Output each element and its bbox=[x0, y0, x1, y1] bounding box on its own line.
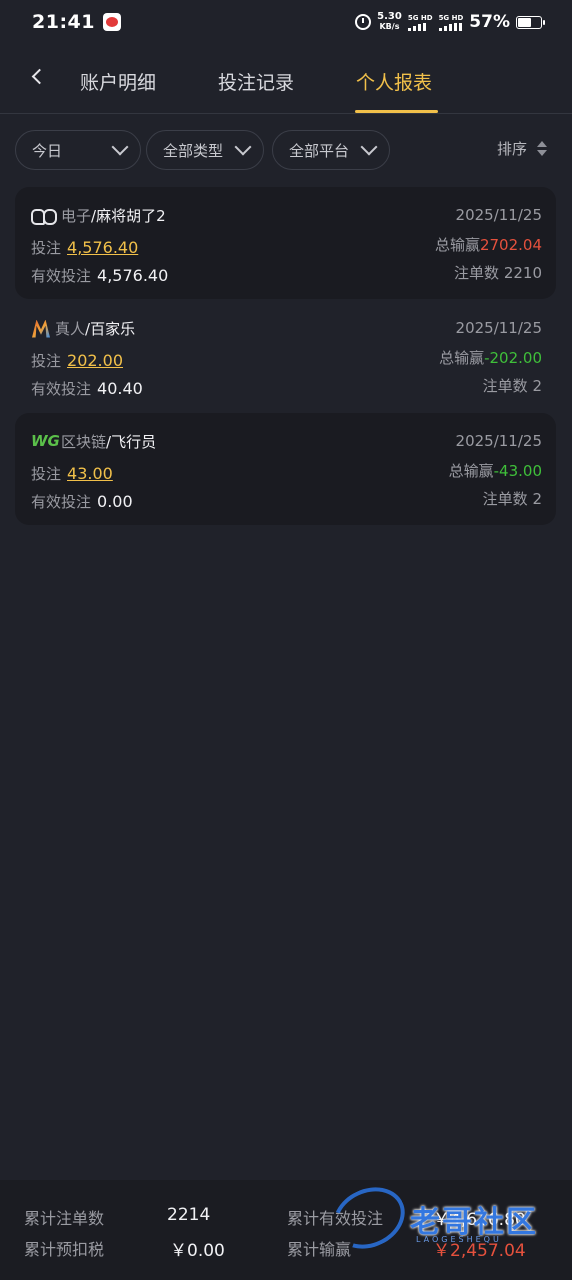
report-card[interactable]: 电子/麻将胡了2 投注 4,576.40 有效投注 4,576.40 2025/11… bbox=[15, 187, 556, 299]
notification-app-icon bbox=[102, 13, 121, 31]
wg-logo-icon: WG bbox=[31, 431, 60, 450]
card-game: /百家乐 bbox=[85, 320, 136, 338]
valid-total-label: 累计有效投注 bbox=[287, 1209, 384, 1228]
card-valid-value: 0.00 bbox=[97, 492, 133, 511]
type-filter-label: 全部类型 bbox=[163, 141, 224, 160]
card-bet: 投注 43.00 bbox=[31, 463, 113, 484]
sim1-signal: 5G HD bbox=[407, 13, 433, 31]
date-filter-dropdown[interactable]: 今日 bbox=[15, 130, 141, 170]
tab-personal-report[interactable]: 个人报表 bbox=[356, 68, 432, 95]
signal-bars-icon bbox=[407, 22, 426, 31]
card-winloss: 总输赢2702.04 bbox=[435, 234, 542, 255]
alarm-icon bbox=[355, 14, 372, 30]
winloss-total-value: ￥2,457.04 bbox=[433, 1241, 526, 1261]
card-valid-label: 有效投注 bbox=[31, 380, 92, 398]
card-winloss: 总输赢-43.00 bbox=[449, 460, 542, 481]
card-date: 2025/11/25 bbox=[455, 432, 542, 450]
total-count-value: 2214 bbox=[167, 1205, 211, 1225]
card-winloss-value: -202.00 bbox=[484, 349, 542, 367]
net-speed-unit: KB/s bbox=[379, 22, 400, 31]
sim1-label: 5G HD bbox=[407, 13, 433, 22]
status-indicators: 5.30 KB/s 5G HD 5G HD 57% bbox=[355, 12, 545, 32]
card-valid-label: 有效投注 bbox=[31, 267, 92, 285]
chevron-down-icon bbox=[234, 138, 252, 156]
card-winloss-label: 总输赢 bbox=[434, 236, 480, 254]
sim2-signal: 5G HD bbox=[438, 13, 464, 31]
report-card[interactable]: 真人/百家乐 投注 202.00 有效投注 40.40 2025/11/25 总输赢… bbox=[15, 300, 556, 412]
card-count: 注单数 2 bbox=[483, 375, 542, 396]
sort-label: 排序 bbox=[497, 140, 528, 158]
card-winloss-label: 总输赢 bbox=[448, 462, 494, 480]
report-card[interactable]: WG 区块链/飞行员 投注 43.00 有效投注 0.00 2025/11/25 总… bbox=[15, 413, 556, 525]
card-bet-value[interactable]: 43.00 bbox=[67, 464, 113, 483]
valid-total-value: ￥4,616.80 bbox=[433, 1210, 526, 1230]
card-valid-value: 40.40 bbox=[97, 379, 143, 398]
chevron-down-icon bbox=[111, 138, 129, 156]
header-tabs: 账户明细 投注记录 个人报表 bbox=[0, 50, 572, 114]
card-title: WG 区块链/飞行员 bbox=[31, 431, 156, 452]
card-bet-label: 投注 bbox=[31, 239, 62, 257]
date-filter-label: 今日 bbox=[32, 141, 63, 160]
battery-fill bbox=[518, 17, 531, 27]
tax-value: ￥0.00 bbox=[170, 1241, 225, 1261]
card-winloss: 总输赢-202.00 bbox=[439, 347, 542, 368]
card-bet-value[interactable]: 4,576.40 bbox=[67, 238, 138, 257]
battery-percent: 57% bbox=[469, 12, 510, 32]
card-bet-label: 投注 bbox=[31, 352, 62, 370]
card-bet: 投注 202.00 bbox=[31, 350, 123, 371]
platform-filter-label: 全部平台 bbox=[289, 141, 350, 160]
card-count-value: 2210 bbox=[503, 264, 542, 282]
ag-logo-icon bbox=[31, 319, 51, 339]
tab-account-details[interactable]: 账户明细 bbox=[80, 68, 156, 95]
chevron-down-icon bbox=[360, 138, 378, 156]
type-filter-dropdown[interactable]: 全部类型 bbox=[146, 130, 264, 170]
winloss-total-label: 累计输赢 bbox=[287, 1240, 352, 1259]
card-category: 真人 bbox=[55, 320, 86, 338]
card-date: 2025/11/25 bbox=[455, 319, 542, 337]
status-bar: 21:41 5.30 KB/s 5G HD 5G HD 57% bbox=[0, 0, 572, 44]
tab-bet-records[interactable]: 投注记录 bbox=[218, 68, 294, 95]
active-tab-indicator bbox=[355, 110, 438, 113]
sim2-label: 5G HD bbox=[438, 13, 464, 22]
card-valid-bet: 有效投注 40.40 bbox=[31, 378, 143, 399]
card-bet: 投注 4,576.40 bbox=[31, 237, 138, 258]
card-count-label: 注单数 bbox=[482, 490, 528, 508]
signal-bars-icon bbox=[438, 22, 462, 31]
card-count-label: 注单数 bbox=[454, 264, 500, 282]
card-winloss-label: 总输赢 bbox=[439, 349, 485, 367]
card-count: 注单数 2 bbox=[483, 488, 542, 509]
card-game: /飞行员 bbox=[106, 433, 157, 451]
net-speed: 5.30 KB/s bbox=[377, 12, 402, 32]
card-count-value: 2 bbox=[532, 377, 542, 395]
card-valid-value: 4,576.40 bbox=[97, 266, 169, 285]
summary-footer: 累计注单数 2214 累计预扣税 ￥0.00 累计有效投注 ￥4,616.80 … bbox=[0, 1180, 572, 1280]
status-time: 21:41 bbox=[32, 11, 95, 33]
battery-icon bbox=[516, 15, 545, 29]
sort-button[interactable]: 排序 bbox=[497, 138, 548, 159]
total-count-label: 累计注单数 bbox=[24, 1209, 105, 1228]
card-date: 2025/11/25 bbox=[455, 206, 542, 224]
card-count: 注单数 2210 bbox=[454, 262, 542, 283]
card-category: 电子 bbox=[61, 207, 92, 225]
card-valid-bet: 有效投注 4,576.40 bbox=[31, 265, 168, 286]
card-count-value: 2 bbox=[532, 490, 542, 508]
sort-icon bbox=[537, 141, 548, 156]
card-title: 真人/百家乐 bbox=[31, 318, 135, 339]
back-chevron-icon[interactable] bbox=[28, 64, 50, 90]
card-bet-label: 投注 bbox=[31, 465, 62, 483]
card-count-label: 注单数 bbox=[482, 377, 528, 395]
net-speed-value: 5.30 bbox=[377, 11, 402, 22]
card-valid-label: 有效投注 bbox=[31, 493, 92, 511]
card-title: 电子/麻将胡了2 bbox=[31, 205, 166, 226]
card-valid-bet: 有效投注 0.00 bbox=[31, 491, 133, 512]
pg-logo-icon bbox=[31, 206, 57, 226]
tax-label: 累计预扣税 bbox=[24, 1240, 105, 1259]
card-category: 区块链 bbox=[61, 433, 107, 451]
platform-filter-dropdown[interactable]: 全部平台 bbox=[272, 130, 390, 170]
card-winloss-value: -43.00 bbox=[493, 462, 542, 480]
card-game: /麻将胡了2 bbox=[91, 207, 166, 225]
card-winloss-value: 2702.04 bbox=[479, 236, 542, 254]
card-bet-value[interactable]: 202.00 bbox=[67, 351, 123, 370]
